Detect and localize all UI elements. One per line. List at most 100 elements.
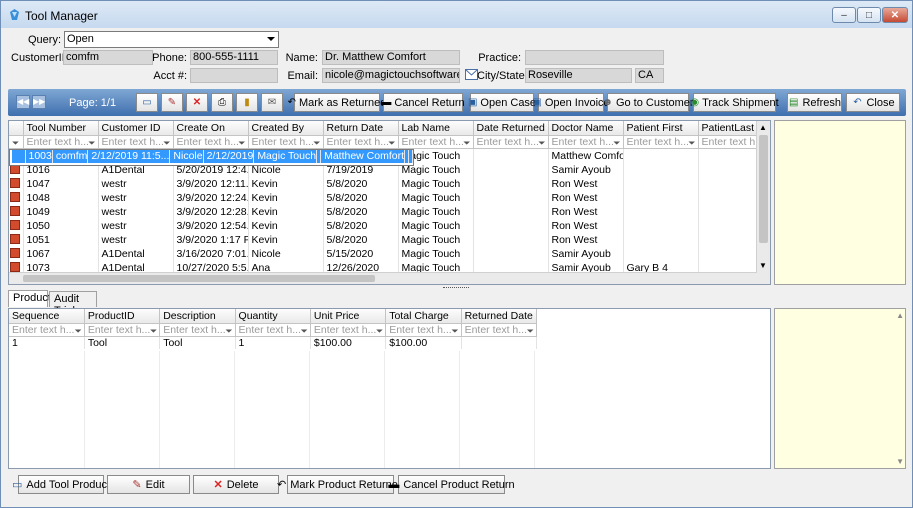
- practice-field[interactable]: [525, 50, 664, 65]
- scroll-down-icon[interactable]: ▼: [759, 261, 767, 270]
- row-marker[interactable]: [9, 176, 24, 191]
- close-window-button[interactable]: ✕: [882, 7, 908, 23]
- go-to-customer-button[interactable]: ☻ Go to Customer: [602, 93, 694, 112]
- delete-icon[interactable]: ✕: [186, 93, 208, 112]
- prev-page-icon[interactable]: ◀◀: [16, 95, 30, 109]
- column-header[interactable]: Create On: [173, 121, 249, 136]
- filter-icon[interactable]: ⏷: [376, 325, 383, 336]
- tab-products[interactable]: Products: [8, 290, 56, 307]
- filter-cell[interactable]: Enter text h...⏷: [98, 135, 174, 149]
- filter-icon[interactable]: ⏷: [688, 137, 695, 148]
- table-row[interactable]: 1 Tool Tool 1 $100.00 $100.00: [9, 336, 538, 349]
- filter-cell[interactable]: Enter text h...⏷: [310, 323, 387, 337]
- name-field[interactable]: Dr. Matthew Comfort: [322, 50, 460, 65]
- splitter-grip[interactable]: [443, 287, 469, 289]
- splitter[interactable]: [1, 286, 771, 291]
- delete-button[interactable]: ✕ Delete: [193, 475, 279, 494]
- column-header[interactable]: Created By: [248, 121, 324, 136]
- minimize-button[interactable]: –: [832, 7, 856, 23]
- filter-icon[interactable]: ⏷: [163, 137, 170, 148]
- preview-scroll-down-icon[interactable]: ▼: [896, 457, 904, 466]
- cancel-product-return-button[interactable]: ▬ Cancel Product Return: [388, 475, 515, 494]
- filter-cell[interactable]: Enter text h...⏷: [23, 135, 99, 149]
- maximize-button[interactable]: □: [857, 7, 881, 23]
- column-header[interactable]: Date Returned: [473, 121, 549, 136]
- cancel-return-button[interactable]: ▬ Cancel Return: [381, 93, 465, 112]
- filter-cell[interactable]: Enter text h...⏷: [173, 135, 249, 149]
- filter-cell[interactable]: Enter text h...⏷: [473, 135, 549, 149]
- print-icon[interactable]: ⎙: [211, 93, 233, 112]
- column-header[interactable]: Return Date: [323, 121, 399, 136]
- tools-horizontal-scrollbar[interactable]: [9, 272, 757, 284]
- filter-cell[interactable]: Enter text h...⏷: [623, 135, 699, 149]
- open-case-button[interactable]: ▣ Open Case: [468, 93, 536, 112]
- filter-cell[interactable]: Enter text h...⏷: [84, 323, 161, 337]
- column-header[interactable]: Patient First: [623, 121, 699, 136]
- table-row[interactable]: 1048 westr 3/9/2020 12:24... Kevin 5/8/2020 M…: [9, 190, 770, 205]
- state-field[interactable]: CA: [635, 68, 664, 83]
- tools-hscroll-thumb[interactable]: [23, 275, 375, 282]
- customer-id-field[interactable]: comfm: [63, 50, 153, 65]
- table-row[interactable]: 1051westr3/9/2020 1:17 PMKevin5/8/2020Ma…: [9, 232, 770, 247]
- preview-scroll-up-icon[interactable]: ▲: [896, 311, 904, 320]
- edit-button[interactable]: ✎ Edit: [107, 475, 190, 494]
- phone-field[interactable]: 800-555-1111: [190, 50, 278, 65]
- query-select[interactable]: Open: [64, 31, 279, 48]
- refresh-button[interactable]: ▤ Refresh: [787, 93, 842, 112]
- filter-cell[interactable]: Enter text h...⏷: [398, 135, 474, 149]
- column-header[interactable]: Doctor Name: [548, 121, 624, 136]
- table-row[interactable]: 1050 westr 3/9/2020 12:54... Kevin 5/8/2020 M…: [9, 218, 770, 233]
- table-row[interactable]: 1003 comfm 2/12/2019 11:5... Nicole 2/12/201…: [9, 148, 415, 166]
- filter-icon[interactable]: ⏷: [238, 137, 245, 148]
- row-marker[interactable]: [9, 204, 24, 219]
- filter-cell[interactable]: Enter text h...⏷: [323, 135, 399, 149]
- column-header[interactable]: Sequence: [9, 309, 85, 324]
- next-page-icon[interactable]: ▶▶: [32, 95, 46, 109]
- filter-icon[interactable]: ⏷: [527, 325, 534, 336]
- column-header[interactable]: Total Charge: [385, 309, 462, 324]
- row-marker[interactable]: [9, 190, 24, 205]
- tab-audit-trial[interactable]: Audit Trial: [49, 291, 97, 317]
- column-header[interactable]: Description: [159, 309, 236, 324]
- filter-icon[interactable]: ⏷: [313, 137, 320, 148]
- edit-record-icon[interactable]: ✎: [161, 93, 183, 112]
- row-marker[interactable]: [9, 218, 24, 233]
- column-header[interactable]: Customer ID: [98, 121, 174, 136]
- filter-icon[interactable]: ⏷: [301, 325, 308, 336]
- filter-icon[interactable]: ⏷: [451, 325, 458, 336]
- row-marker[interactable]: [9, 246, 24, 261]
- filter-cell[interactable]: Enter text h...⏷: [248, 135, 324, 149]
- mark-product-returned-button[interactable]: ↶ Mark Product Returned: [277, 475, 404, 494]
- filter-icon[interactable]: ⏷: [613, 137, 620, 148]
- filter-icon[interactable]: ⏷: [538, 137, 545, 148]
- filter-cell[interactable]: Enter text h...⏷: [461, 323, 538, 337]
- filter-cell[interactable]: Enter text h...⏷: [385, 323, 462, 337]
- filter-icon[interactable]: ⏷: [225, 325, 232, 336]
- acct-field[interactable]: [190, 68, 278, 83]
- city-field[interactable]: Roseville: [525, 68, 632, 83]
- column-header[interactable]: Returned Date: [461, 309, 538, 324]
- column-header[interactable]: Lab Name: [398, 121, 474, 136]
- filter-cell[interactable]: Enter text h...⏷: [548, 135, 624, 149]
- filter-icon[interactable]: ⏷: [463, 137, 470, 148]
- table-row[interactable]: 1049 westr 3/9/2020 12:28... Kevin 5/8/2020 M…: [9, 204, 770, 219]
- book-icon[interactable]: ▮: [236, 93, 258, 112]
- open-invoice-button[interactable]: ▣ Open Invoice: [532, 93, 610, 112]
- table-row[interactable]: 1067 A1Dental 3/16/2020 7:01... Nicole 5/15/…: [9, 246, 770, 261]
- filter-icon[interactable]: ⏷: [9, 135, 24, 149]
- new-icon[interactable]: ▭: [136, 93, 158, 112]
- filter-icon[interactable]: ⏷: [75, 325, 82, 336]
- add-tool-product-button[interactable]: ▭ Add Tool Product: [12, 475, 110, 494]
- column-header[interactable]: Quantity: [235, 309, 311, 324]
- filter-icon[interactable]: ⏷: [388, 137, 395, 148]
- table-row[interactable]: 1047 westr 3/9/2020 12:11... Kevin 5/8/2020 M…: [9, 176, 770, 191]
- column-header[interactable]: ProductID: [84, 309, 161, 324]
- row-marker[interactable]: [9, 232, 24, 247]
- row-marker[interactable]: [12, 149, 26, 163]
- filter-cell[interactable]: Enter text h...⏷: [235, 323, 311, 337]
- track-shipment-button[interactable]: ◉ Track Shipment: [690, 93, 779, 112]
- filter-cell[interactable]: Enter text h...⏷: [159, 323, 236, 337]
- column-header[interactable]: Unit Price: [310, 309, 387, 324]
- filter-cell[interactable]: Enter text h...⏷: [9, 323, 85, 337]
- filter-icon[interactable]: ⏷: [150, 325, 157, 336]
